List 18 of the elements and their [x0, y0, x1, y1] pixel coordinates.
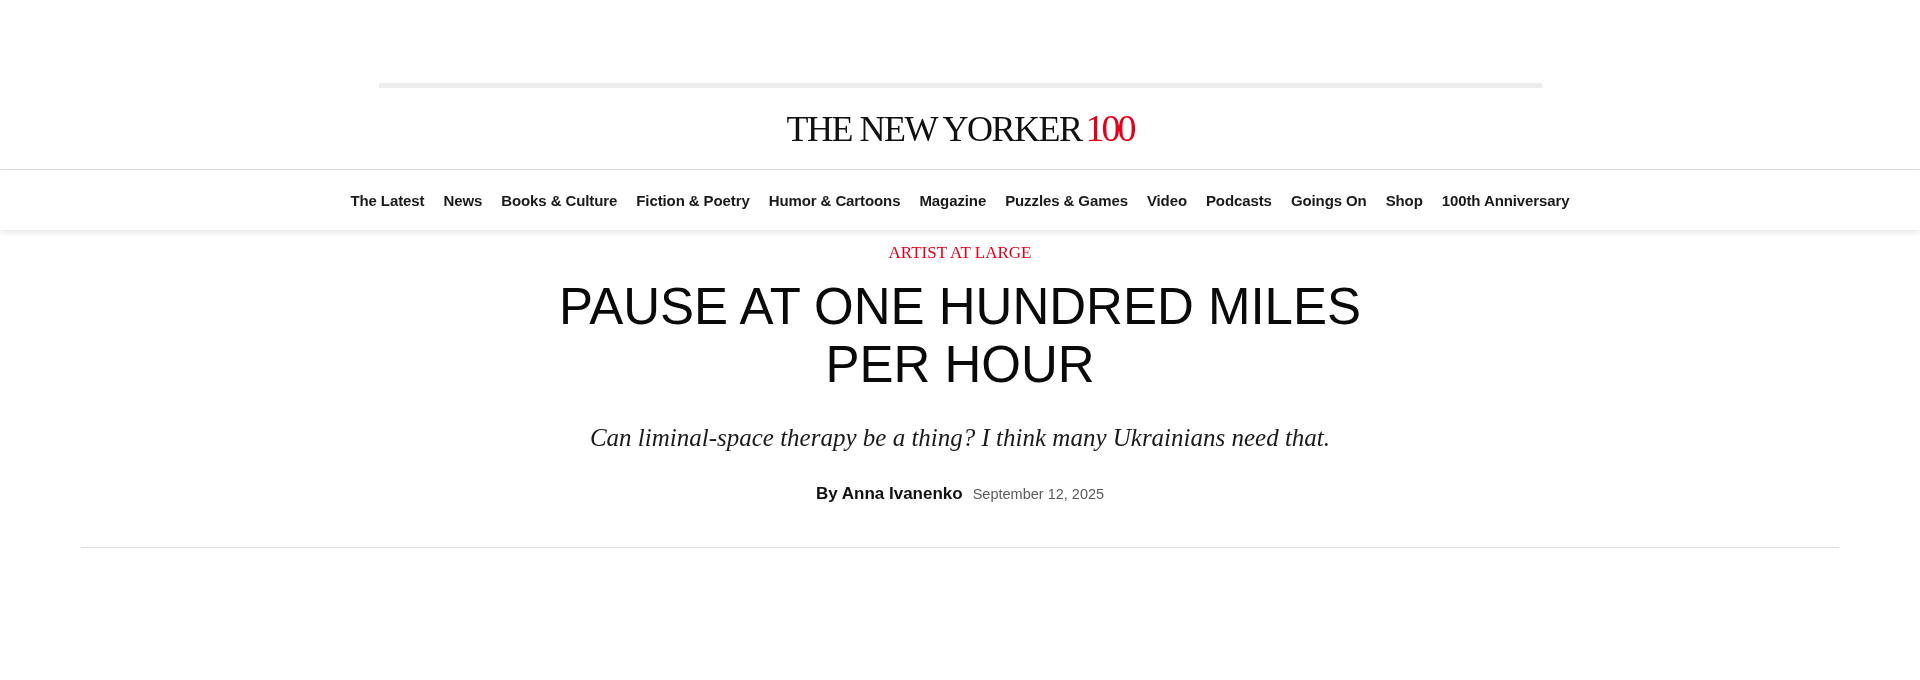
nav-link[interactable]: Magazine — [919, 191, 987, 209]
nav-link[interactable]: The Latest — [350, 191, 425, 209]
dek: Can liminal-space therapy be a thing? I think many Ukrainians need that. — [589, 423, 1331, 453]
nav-link[interactable]: Puzzles & Games — [1005, 191, 1128, 209]
nav-link[interactable]: Video — [1146, 191, 1187, 209]
rubric-link[interactable]: ARTIST AT LARGE — [888, 242, 1032, 264]
nav-link[interactable]: Goings On — [1290, 191, 1367, 209]
nav-link[interactable]: Podcasts — [1205, 191, 1272, 209]
nav-link[interactable]: Humor & Cartoons — [768, 191, 901, 209]
headline: PAUSE AT ONE HUNDRED MILES PER HOUR — [558, 278, 1362, 394]
byline[interactable]: By Anna Ivanenko — [815, 484, 963, 504]
nav-link[interactable]: News — [443, 191, 483, 209]
nav-link[interactable]: Shop — [1385, 191, 1423, 209]
nav-link[interactable]: Fiction & Poetry — [636, 191, 750, 209]
masthead-logo[interactable]: THE NEW YORKER100 — [786, 108, 1134, 149]
nav-link[interactable]: 100th Anniversary — [1441, 191, 1570, 209]
publish-date: September 12, 2025 — [972, 486, 1105, 502]
nav-link[interactable]: Books & Culture — [501, 191, 618, 209]
